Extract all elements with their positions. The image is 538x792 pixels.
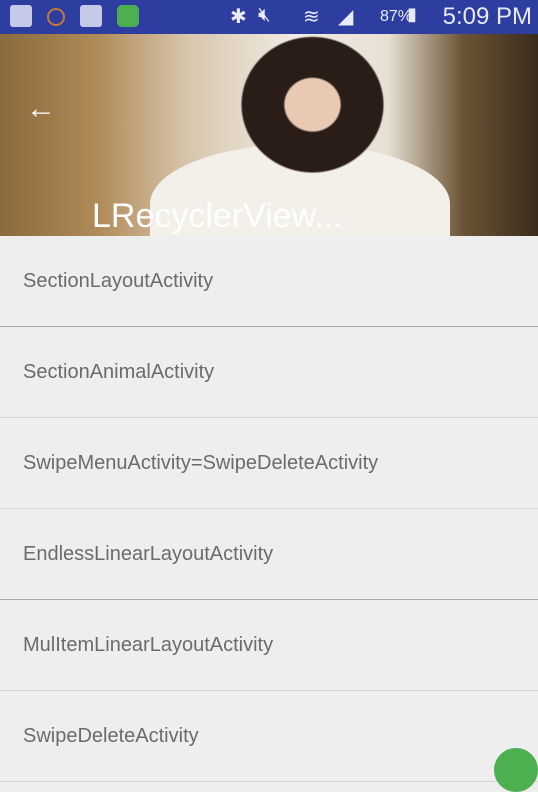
battery-charging-icon: ▮: [407, 4, 417, 24]
cloud-app-icon: [117, 5, 139, 27]
list-item[interactable]: EndlessLinearLayoutActivity: [0, 509, 538, 600]
list-item[interactable]: SwipeMenuActivity=SwipeDeleteActivity: [0, 418, 538, 509]
status-bar: ✱ 🔇︎ ≋ ◢ 87% ▮ 5:09 PM: [0, 0, 538, 34]
back-button[interactable]: ←: [26, 94, 56, 124]
list-item[interactable]: SectionAnimalActivity: [0, 327, 538, 418]
clock: 5:09 PM: [442, 3, 532, 30]
bluetooth-icon: ✱: [230, 6, 247, 28]
list-item-label: SwipeMenuActivity=SwipeDeleteActivity: [23, 451, 379, 474]
activity-list: SectionLayoutActivity SectionAnimalActiv…: [0, 236, 538, 782]
bird-app-icon: [80, 5, 102, 27]
toolbar-header-image: ← LRecyclerView...: [0, 34, 538, 236]
list-item[interactable]: SectionLayoutActivity: [0, 236, 538, 327]
list-item[interactable]: SwipeDeleteActivity: [0, 691, 538, 782]
list-item-label: EndlessLinearLayoutActivity: [23, 542, 274, 565]
list-item-label: MulItemLinearLayoutActivity: [23, 633, 274, 656]
arrow-left-icon: ←: [26, 92, 56, 125]
list-item-label: SwipeDeleteActivity: [23, 724, 199, 747]
face-icon: [47, 8, 65, 26]
toolbar-title: LRecyclerView...: [92, 197, 343, 235]
mute-icon: 🔇︎: [258, 4, 271, 26]
list-item[interactable]: MulItemLinearLayoutActivity: [0, 600, 538, 691]
wifi-icon: ≋: [303, 6, 320, 28]
list-item-label: SectionAnimalActivity: [23, 360, 215, 383]
signal-icon: ◢: [338, 6, 354, 28]
bird-app-icon: [10, 5, 32, 27]
list-item-label: SectionLayoutActivity: [23, 269, 214, 292]
floating-action-button[interactable]: [494, 748, 538, 792]
